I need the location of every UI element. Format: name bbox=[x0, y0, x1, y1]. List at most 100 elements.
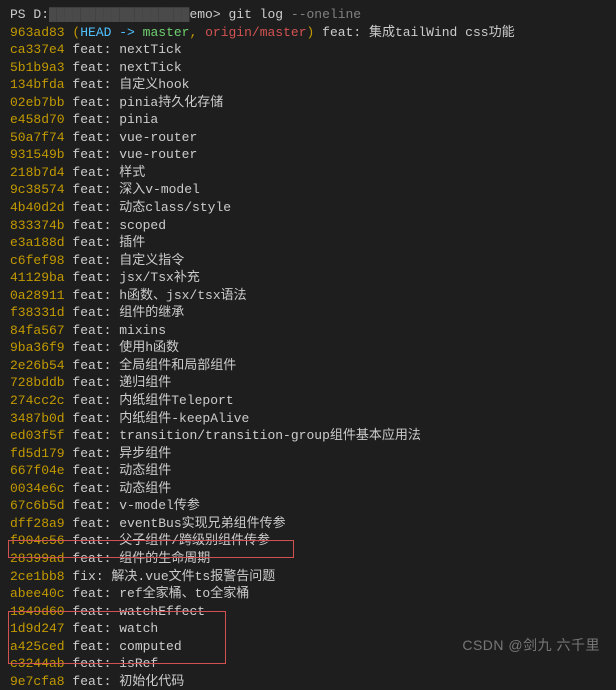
commit-message: feat: 内纸组件-keepAlive bbox=[72, 411, 249, 426]
commit-message: feat: 组件的继承 bbox=[72, 305, 184, 320]
commit-hash: a425ced bbox=[10, 639, 65, 654]
commit-line: abee40c feat: ref全家桶、to全家桶 bbox=[10, 585, 606, 603]
commit-line: 67c6b5d feat: v-model传参 bbox=[10, 497, 606, 515]
commit-hash: 84fa567 bbox=[10, 323, 65, 338]
commit-message: feat: 使用h函数 bbox=[72, 340, 179, 355]
commit-message: feat: vue-router bbox=[72, 130, 197, 145]
commit-line: dff28a9 feat: eventBus实现兄弟组件传参 bbox=[10, 515, 606, 533]
commit-line: 931549b feat: vue-router bbox=[10, 146, 606, 164]
commit-message: feat: 组件的生命周期 bbox=[72, 551, 210, 566]
commit-line: 41129ba feat: jsx/Tsx补充 bbox=[10, 269, 606, 287]
commit-line: c3244ab feat: isRef bbox=[10, 655, 606, 673]
commit-hash: 218b7d4 bbox=[10, 165, 65, 180]
commit-hash: e3a188d bbox=[10, 235, 65, 250]
commit-message: feat: ref全家桶、to全家桶 bbox=[72, 586, 249, 601]
commit-hash: ca337e4 bbox=[10, 42, 65, 57]
commit-hash: e458d70 bbox=[10, 112, 65, 127]
commit-hash: 274cc2c bbox=[10, 393, 65, 408]
commit-message: feat: 动态组件 bbox=[72, 463, 171, 478]
prompt-prefix: PS D: bbox=[10, 7, 49, 22]
commit-hash: 5b1b9a3 bbox=[10, 60, 65, 75]
commit-message: feat: 动态组件 bbox=[72, 481, 171, 496]
commit-hash: 9c38574 bbox=[10, 182, 65, 197]
commit-message: feat: h函数、jsx/tsx语法 bbox=[72, 288, 246, 303]
commit-message: feat: mixins bbox=[72, 323, 166, 338]
commit-message: feat: 自定义hook bbox=[72, 77, 189, 92]
commit-message: feat: watchEffect bbox=[72, 604, 205, 619]
commit-line: 667f04e feat: 动态组件 bbox=[10, 462, 606, 480]
commit-line: 0a28911 feat: h函数、jsx/tsx语法 bbox=[10, 287, 606, 305]
commit-hash: c6fef98 bbox=[10, 253, 65, 268]
commit-hash: 134bfda bbox=[10, 77, 65, 92]
commit-hash: 3487b0d bbox=[10, 411, 65, 426]
commit-line: 0034e6c feat: 动态组件 bbox=[10, 480, 606, 498]
commit-hash: 963ad83 bbox=[10, 25, 65, 40]
commit-message: feat: 集成tailWind css功能 bbox=[322, 25, 514, 40]
commit-line: 1849d60 feat: watchEffect bbox=[10, 603, 606, 621]
ref-arrow: -> bbox=[111, 25, 142, 40]
commit-line: 134bfda feat: 自定义hook bbox=[10, 76, 606, 94]
commit-hash: 667f04e bbox=[10, 463, 65, 478]
commit-message: feat: 插件 bbox=[72, 235, 145, 250]
commit-line: 84fa567 feat: mixins bbox=[10, 322, 606, 340]
commit-hash: dff28a9 bbox=[10, 516, 65, 531]
commit-hash: 1d9d247 bbox=[10, 621, 65, 636]
commit-message: feat: nextTick bbox=[72, 42, 181, 57]
commit-line: e3a188d feat: 插件 bbox=[10, 234, 606, 252]
commit-hash: c3244ab bbox=[10, 656, 65, 671]
commit-hash: 28399ad bbox=[10, 551, 65, 566]
commit-hash: 1849d60 bbox=[10, 604, 65, 619]
command-flag: --oneline bbox=[291, 7, 361, 22]
commit-line: 50a7f74 feat: vue-router bbox=[10, 129, 606, 147]
commit-hash: 9ba36f9 bbox=[10, 340, 65, 355]
commit-hash: 41129ba bbox=[10, 270, 65, 285]
commit-hash: 2ce1bb8 bbox=[10, 569, 65, 584]
commit-hash: f904c56 bbox=[10, 533, 65, 548]
commit-message: feat: watch bbox=[72, 621, 158, 636]
command-text: git log bbox=[228, 7, 290, 22]
commit-message: feat: 初始化代码 bbox=[72, 674, 184, 689]
commit-line: ca337e4 feat: nextTick bbox=[10, 41, 606, 59]
commit-line: 5b1b9a3 feat: nextTick bbox=[10, 59, 606, 77]
commit-line: f38331d feat: 组件的继承 bbox=[10, 304, 606, 322]
commit-line: 833374b feat: scoped bbox=[10, 217, 606, 235]
commit-line: 2ce1bb8 fix: 解决.vue文件ts报警告问题 bbox=[10, 568, 606, 586]
commit-hash: fd5d179 bbox=[10, 446, 65, 461]
commit-hash: 4b40d2d bbox=[10, 200, 65, 215]
remote-branch: origin/master bbox=[205, 25, 306, 40]
commit-line: 2e26b54 feat: 全局组件和局部组件 bbox=[10, 357, 606, 375]
commit-line: 9c38574 feat: 深入v-model bbox=[10, 181, 606, 199]
ref-paren-close: ) bbox=[307, 25, 315, 40]
prompt-path: ██████████████████ bbox=[49, 7, 189, 22]
commit-message: feat: 自定义指令 bbox=[72, 253, 184, 268]
commit-line: 3487b0d feat: 内纸组件-keepAlive bbox=[10, 410, 606, 428]
commit-hash: ed03f5f bbox=[10, 428, 65, 443]
commit-line: f904c56 feat: 父子组件/跨级别组件传参 bbox=[10, 532, 606, 550]
commit-message: feat: 样式 bbox=[72, 165, 145, 180]
commit-hash: 0034e6c bbox=[10, 481, 65, 496]
commit-line: e458d70 feat: pinia bbox=[10, 111, 606, 129]
commit-message: feat: 内纸组件Teleport bbox=[72, 393, 233, 408]
commit-message: feat: 全局组件和局部组件 bbox=[72, 358, 236, 373]
commit-line: 9e7cfa8 feat: 初始化代码 bbox=[10, 673, 606, 690]
commit-message: feat: 父子组件/跨级别组件传参 bbox=[72, 533, 270, 548]
prompt-suffix: emo> bbox=[189, 7, 228, 22]
commit-message: feat: 深入v-model bbox=[72, 182, 199, 197]
commit-line: 728bddb feat: 递归组件 bbox=[10, 374, 606, 392]
commit-message: feat: isRef bbox=[72, 656, 158, 671]
ref-comma: , bbox=[189, 25, 205, 40]
commit-message: feat: pinia bbox=[72, 112, 158, 127]
commit-message: feat: 动态class/style bbox=[72, 200, 231, 215]
commit-line: fd5d179 feat: 异步组件 bbox=[10, 445, 606, 463]
commit-line: 218b7d4 feat: 样式 bbox=[10, 164, 606, 182]
commit-hash: 728bddb bbox=[10, 375, 65, 390]
prompt-line: PS D:██████████████████emo> git log --on… bbox=[10, 6, 606, 24]
commit-message: feat: 递归组件 bbox=[72, 375, 171, 390]
commit-hash: 931549b bbox=[10, 147, 65, 162]
commit-message: feat: nextTick bbox=[72, 60, 181, 75]
commit-message: feat: transition/transition-group组件基本应用法 bbox=[72, 428, 420, 443]
commit-hash: 02eb7bb bbox=[10, 95, 65, 110]
commit-line: 274cc2c feat: 内纸组件Teleport bbox=[10, 392, 606, 410]
commit-hash: 0a28911 bbox=[10, 288, 65, 303]
commit-message: fix: 解决.vue文件ts报警告问题 bbox=[72, 569, 275, 584]
